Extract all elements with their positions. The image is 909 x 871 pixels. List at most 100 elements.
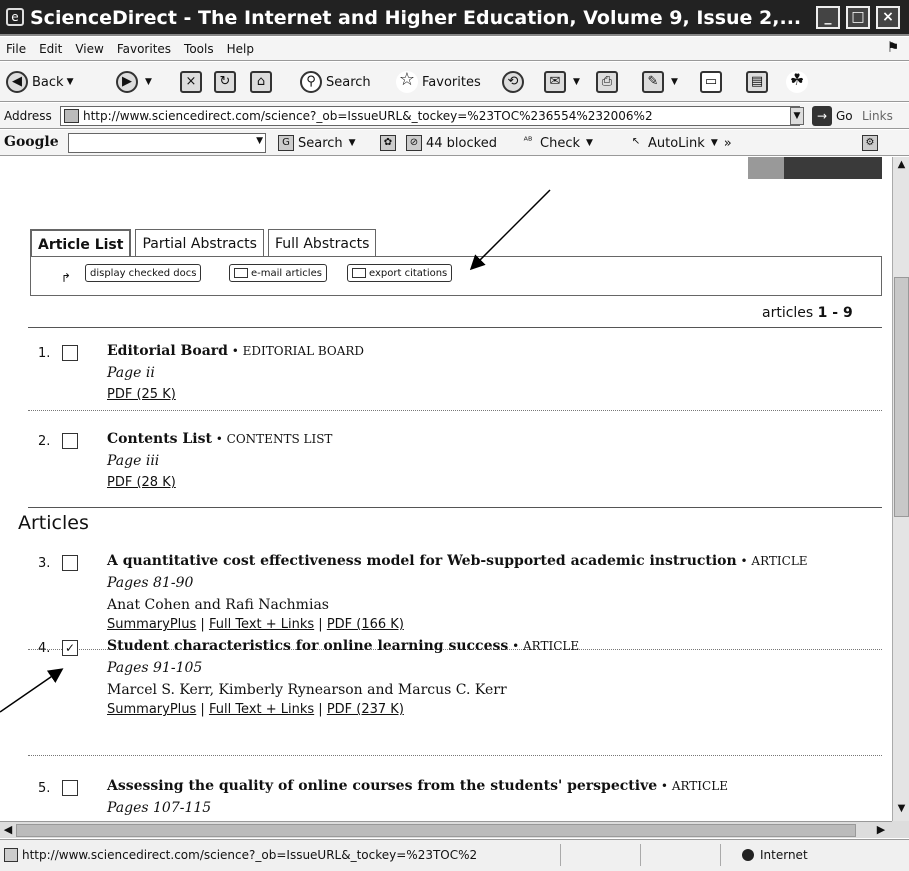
display-checked-button[interactable]: display checked docs <box>85 264 202 282</box>
discuss-icon: ▭ <box>700 71 722 93</box>
back-dropdown-icon[interactable]: ▼ <box>67 77 74 87</box>
stop-icon: × <box>180 71 202 93</box>
toolbar-overflow-icon[interactable]: » <box>724 136 732 151</box>
tab-partial-abstracts[interactable]: Partial Abstracts <box>135 229 264 257</box>
google-search-input[interactable]: ▼ <box>68 133 266 153</box>
address-dropdown-icon[interactable]: ▼ <box>790 107 804 125</box>
printer-icon: ⎙ <box>596 71 618 93</box>
list-item: 3. A quantitative cost effectiveness mod… <box>0 553 892 637</box>
back-arrow-icon: ◀ <box>6 71 28 93</box>
item-checkbox[interactable] <box>62 345 78 361</box>
research-icon: ▤ <box>746 71 768 93</box>
forward-button[interactable]: ▶ ▼ <box>116 70 152 94</box>
item-title[interactable]: Student characteristics for online learn… <box>107 638 579 654</box>
pdf-link[interactable]: PDF (28 K) <box>107 475 176 490</box>
item-checkbox[interactable] <box>62 555 78 571</box>
ie-window-icon[interactable]: e <box>6 8 24 26</box>
pdf-link[interactable]: PDF (166 K) <box>327 617 404 632</box>
item-pages: Pages 81-90 <box>107 575 194 591</box>
autolink-button[interactable]: ↖ AutoLink ▼ » <box>628 135 732 151</box>
research-button[interactable]: ▤ <box>746 70 772 94</box>
menu-favorites[interactable]: Favorites <box>111 37 178 56</box>
export-citations-button[interactable]: export citations <box>347 264 453 282</box>
tab-full-abstracts[interactable]: Full Abstracts <box>267 229 377 257</box>
pagerank-button[interactable]: ✿ <box>380 135 400 151</box>
edit-dropdown-icon[interactable]: ▼ <box>671 77 678 87</box>
item-title[interactable]: Assessing the quality of online courses … <box>107 778 728 794</box>
google-search-button[interactable]: G Search ▼ <box>278 135 356 151</box>
edit-button[interactable]: ✎ ▼ <box>642 70 678 94</box>
menu-tools[interactable]: Tools <box>178 37 221 56</box>
page-content: Article List Partial Abstracts Full Abst… <box>0 157 892 821</box>
pdf-link[interactable]: PDF (237 K) <box>327 702 404 717</box>
tab-article-list[interactable]: Article List <box>30 229 132 257</box>
forward-arrow-icon: ▶ <box>116 71 138 93</box>
history-button[interactable]: ⟲ <box>502 70 528 94</box>
mail-button[interactable]: ✉ ▼ <box>544 70 580 94</box>
item-checkbox[interactable] <box>62 780 78 796</box>
refresh-icon: ↻ <box>214 71 236 93</box>
horizontal-scroll-thumb[interactable] <box>16 824 856 837</box>
pagerank-icon: ✿ <box>380 135 396 151</box>
back-button[interactable]: ◀ Back ▼ <box>6 70 73 94</box>
item-title[interactable]: Contents List • CONTENTS LIST <box>107 431 332 447</box>
google-toolbar: Google ▼ G Search ▼ ✿ ⊘ 44 blocked ᴬᴮ Ch… <box>0 130 909 156</box>
vertical-scroll-thumb[interactable] <box>894 277 909 517</box>
stop-button[interactable]: × <box>180 70 206 94</box>
favorites-button[interactable]: ☆ Favorites <box>396 70 481 94</box>
go-label: Go <box>836 109 853 123</box>
check-label: Check <box>540 135 580 151</box>
scroll-up-icon[interactable]: ▲ <box>895 159 908 173</box>
item-title-text: A quantitative cost effectiveness model … <box>107 553 737 569</box>
spell-check-button[interactable]: ᴬᴮ Check ▼ <box>520 135 593 151</box>
item-links: SummaryPlus | Full Text + Links | PDF (2… <box>107 702 404 717</box>
pdf-link[interactable]: PDF (25 K) <box>107 387 176 402</box>
scroll-down-icon[interactable]: ▼ <box>895 803 908 817</box>
forward-dropdown-icon[interactable]: ▼ <box>145 77 152 87</box>
go-button[interactable]: → Go <box>812 106 853 126</box>
home-button[interactable]: ⌂ <box>250 70 276 94</box>
close-button[interactable]: × <box>876 6 900 29</box>
item-checkbox[interactable] <box>62 433 78 449</box>
links-toolbar[interactable]: Links <box>862 109 893 123</box>
scroll-left-icon[interactable]: ◀ <box>1 823 15 837</box>
item-type: • ARTICLE <box>736 554 808 568</box>
autolink-dropdown-icon[interactable]: ▼ <box>711 138 718 148</box>
google-search-label: Search <box>298 135 343 151</box>
horizontal-scrollbar[interactable]: ◀ ▶ <box>0 821 892 838</box>
menu-view[interactable]: View <box>69 37 110 56</box>
status-separator <box>720 844 721 866</box>
header-banner <box>748 157 882 179</box>
divider <box>28 327 882 328</box>
minimize-button[interactable]: _ <box>816 6 840 29</box>
menu-help[interactable]: Help <box>221 37 261 56</box>
item-title[interactable]: A quantitative cost effectiveness model … <box>107 553 808 569</box>
menu-edit[interactable]: Edit <box>33 37 69 56</box>
google-settings-button[interactable]: ⚙ <box>862 135 882 151</box>
fulltext-link[interactable]: Full Text + Links <box>209 617 314 632</box>
discuss-button[interactable]: ▭ <box>700 70 726 94</box>
messenger-button[interactable]: ☘ <box>786 70 812 94</box>
google-search-dropdown-icon[interactable]: ▼ <box>256 136 263 146</box>
check-all-icon: ↱ <box>61 271 72 285</box>
settings-icon: ⚙ <box>862 135 878 151</box>
email-articles-button[interactable]: e-mail articles <box>229 264 327 282</box>
check-dropdown-icon[interactable]: ▼ <box>586 138 593 148</box>
menu-file[interactable]: File <box>0 37 33 56</box>
summaryplus-link[interactable]: SummaryPlus <box>107 702 196 717</box>
google-logo[interactable]: Google <box>4 134 59 150</box>
summaryplus-link[interactable]: SummaryPlus <box>107 617 196 632</box>
search-button[interactable]: ⚲ Search <box>300 70 371 94</box>
print-button[interactable]: ⎙ <box>596 70 622 94</box>
popup-blocker-button[interactable]: ⊘ 44 blocked <box>406 135 497 151</box>
address-input[interactable]: http://www.sciencedirect.com/science?_ob… <box>60 106 800 126</box>
item-title[interactable]: Editorial Board • EDITORIAL BOARD <box>107 343 364 359</box>
item-checkbox[interactable]: ✓ <box>62 640 78 656</box>
fulltext-link[interactable]: Full Text + Links <box>209 702 314 717</box>
maximize-button[interactable]: □ <box>846 6 870 29</box>
vertical-scrollbar[interactable]: ▲ ▼ <box>892 157 909 821</box>
scroll-right-icon[interactable]: ▶ <box>874 823 888 837</box>
refresh-button[interactable]: ↻ <box>214 70 240 94</box>
mail-dropdown-icon[interactable]: ▼ <box>573 77 580 87</box>
google-search-dropdown-caret-icon[interactable]: ▼ <box>349 138 356 148</box>
